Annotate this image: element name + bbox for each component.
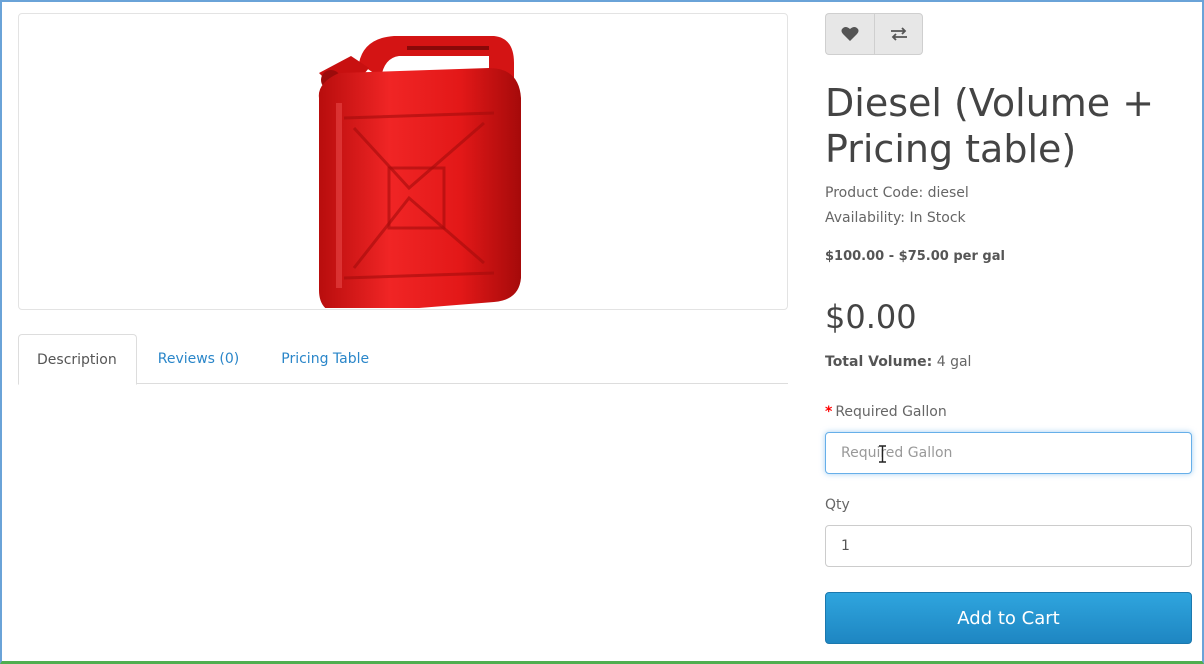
total-volume: Total Volume: 4 gal	[825, 354, 971, 370]
product-code: Product Code: diesel	[825, 185, 969, 201]
compare-arrows-icon	[890, 27, 907, 41]
total-volume-label: Total Volume:	[825, 354, 933, 370]
product-action-buttons	[825, 13, 923, 55]
tab-pricing-table[interactable]: Pricing Table	[260, 334, 390, 384]
wishlist-button[interactable]	[825, 13, 874, 55]
qty-label: Qty	[825, 497, 850, 513]
required-mark: *	[825, 404, 833, 420]
tab-description[interactable]: Description	[18, 334, 137, 385]
product-price: $0.00	[825, 298, 917, 336]
heart-icon	[841, 26, 859, 41]
product-tabs: Description Reviews (0) Pricing Table	[18, 334, 788, 385]
text-cursor-icon	[879, 445, 886, 463]
add-to-cart-button[interactable]: Add to Cart	[825, 592, 1192, 644]
qty-input[interactable]	[825, 525, 1192, 567]
required-gallon-label-text: Required Gallon	[835, 404, 947, 420]
product-image-panel[interactable]	[18, 13, 788, 310]
tab-reviews[interactable]: Reviews (0)	[137, 334, 261, 384]
total-volume-value: 4 gal	[932, 354, 972, 370]
required-gallon-label: * Required Gallon	[825, 404, 947, 420]
jerrycan-image[interactable]	[289, 28, 539, 308]
compare-button[interactable]	[874, 13, 923, 55]
price-range: $100.00 - $75.00 per gal	[825, 249, 1005, 264]
product-availability: Availability: In Stock	[825, 210, 966, 226]
product-title: Diesel (Volume + Pricing table)	[825, 81, 1155, 171]
